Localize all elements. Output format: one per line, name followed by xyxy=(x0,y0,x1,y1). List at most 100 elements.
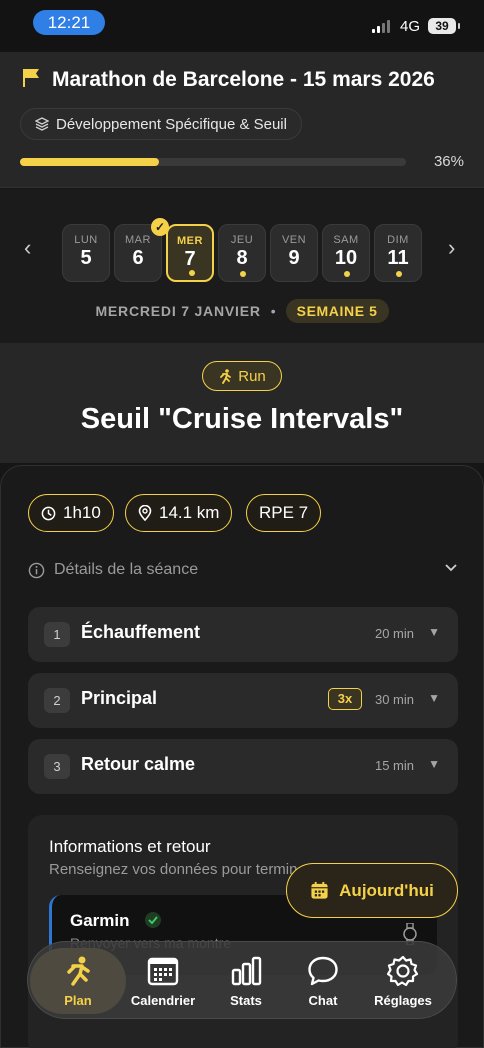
details-label: Détails de la séance xyxy=(54,561,199,578)
plan-progress-fill xyxy=(20,158,159,166)
tab-label: Plan xyxy=(64,993,92,1008)
day-number: 9 xyxy=(288,247,300,269)
next-week-button[interactable]: › xyxy=(448,235,455,261)
tab-label: Stats xyxy=(230,993,262,1008)
completed-check-icon: ✓ xyxy=(151,218,169,236)
separator-dot: • xyxy=(270,303,276,319)
battery-icon: 39 xyxy=(428,18,460,34)
clock-icon xyxy=(41,506,56,520)
week-strip: ‹ › LUN 5 MAR 6 MER 7 JEU 8 VEN 9 SAM 10… xyxy=(0,189,484,343)
week-badge: SEMAINE 5 xyxy=(285,299,389,323)
status-bar: 12:21 4G 39 xyxy=(0,0,484,52)
step-name: Retour calme xyxy=(81,754,196,774)
distance-pill: 14.1 km xyxy=(125,494,233,532)
day-dim[interactable]: DIM 11 xyxy=(374,224,422,282)
day-name: MAR xyxy=(125,234,151,246)
layers-icon xyxy=(35,117,49,131)
tab-settings[interactable]: Réglages xyxy=(363,942,443,1020)
flag-icon xyxy=(23,69,39,87)
day-number: 8 xyxy=(236,247,248,269)
calendar-icon xyxy=(311,881,328,899)
prev-week-button[interactable]: ‹ xyxy=(24,235,31,261)
plan-progress-label: 36% xyxy=(433,153,464,170)
phase-label: Développement Spécifique & Seuil xyxy=(56,115,287,133)
step-index: 2 xyxy=(44,688,70,713)
repeat-badge: 3x xyxy=(328,688,362,710)
garmin-label: Garmin xyxy=(70,911,130,930)
day-jeu[interactable]: JEU 8 xyxy=(218,224,266,282)
selected-date-line: MERCREDI 7 JANVIER • SEMAINE 5 xyxy=(0,299,484,323)
network-label: 4G xyxy=(400,18,421,35)
workout-dot xyxy=(240,271,246,277)
session-details-toggle[interactable]: Détails de la séance xyxy=(28,558,458,582)
session-type-label: Run xyxy=(238,367,266,385)
session-header: Run Seuil "Cruise Intervals" xyxy=(0,343,484,463)
rpe-pill: RPE 7 xyxy=(246,494,322,532)
feedback-subtitle: Renseignez vos données pour terminer xyxy=(49,861,299,878)
run-icon xyxy=(220,368,232,384)
workout-dot xyxy=(344,271,350,277)
expand-triangle-icon: ▼ xyxy=(428,625,440,639)
day-name: LUN xyxy=(74,234,98,246)
feedback-title: Informations et retour xyxy=(49,837,211,856)
bottom-tab-bar: Plan Calendrier Stats Chat Réglages xyxy=(27,941,457,1019)
step-row-warmup[interactable]: 1 Échauffement 20 min ▼ xyxy=(28,607,458,662)
day-name: VEN xyxy=(281,234,307,246)
day-ven[interactable]: VEN 9 xyxy=(270,224,318,282)
step-duration: 15 min xyxy=(374,758,414,773)
goal-title: Marathon de Barcelone - 15 mars 2026 xyxy=(52,68,435,91)
location-pin-icon xyxy=(138,505,152,521)
step-row-main[interactable]: 2 Principal 3x 30 min ▼ xyxy=(28,673,458,728)
day-number: 7 xyxy=(184,248,196,270)
check-circle-icon xyxy=(145,912,161,928)
tab-label: Calendrier xyxy=(130,993,196,1008)
tab-label: Réglages xyxy=(374,993,432,1008)
step-index: 3 xyxy=(44,754,70,779)
day-name: JEU xyxy=(230,234,254,246)
step-name: Échauffement xyxy=(81,622,201,642)
calendar-icon xyxy=(147,957,179,986)
day-mer[interactable]: MER 7 xyxy=(166,224,214,282)
distance-value: 14.1 km xyxy=(159,503,220,522)
tab-stats[interactable]: Stats xyxy=(206,942,286,1020)
today-button[interactable]: Aujourd'hui xyxy=(286,863,458,918)
step-duration: 30 min xyxy=(374,692,414,707)
session-title: Seuil "Cruise Intervals" xyxy=(80,403,404,435)
info-icon xyxy=(28,562,45,578)
tab-plan[interactable]: Plan xyxy=(28,942,126,1020)
expand-triangle-icon: ▼ xyxy=(428,757,440,771)
status-time: 12:21 xyxy=(33,10,105,35)
day-name: MER xyxy=(177,235,203,247)
step-duration: 20 min xyxy=(374,626,414,641)
tab-chat[interactable]: Chat xyxy=(283,942,363,1020)
rpe-value: RPE 7 xyxy=(259,503,309,522)
step-index: 1 xyxy=(44,622,70,647)
phase-chip[interactable]: Développement Spécifique & Seuil xyxy=(20,108,302,140)
day-number: 5 xyxy=(80,247,92,269)
workout-dot xyxy=(396,271,402,277)
day-lun[interactable]: LUN 5 xyxy=(62,224,110,282)
workout-dot xyxy=(189,270,195,276)
day-sam[interactable]: SAM 10 xyxy=(322,224,370,282)
chat-icon xyxy=(308,956,338,986)
settings-icon xyxy=(387,955,419,987)
stats-icon xyxy=(231,956,262,986)
day-name: DIM xyxy=(387,234,409,246)
plan-progress-bar xyxy=(20,158,406,166)
today-label: Aujourd'hui xyxy=(339,880,434,900)
plan-header: Marathon de Barcelone - 15 mars 2026 Dév… xyxy=(0,52,484,188)
tab-label: Chat xyxy=(308,993,338,1008)
expand-triangle-icon: ▼ xyxy=(428,691,440,705)
day-number: 11 xyxy=(387,247,409,269)
step-name: Principal xyxy=(81,688,158,708)
day-name: SAM xyxy=(333,234,359,246)
duration-value: 1h10 xyxy=(63,503,101,522)
step-row-cooldown[interactable]: 3 Retour calme 15 min ▼ xyxy=(28,739,458,794)
signal-icon xyxy=(372,20,390,33)
tab-calendar[interactable]: Calendrier xyxy=(123,942,203,1020)
day-number: 10 xyxy=(334,247,358,269)
chevron-down-icon xyxy=(445,564,457,572)
duration-pill: 1h10 xyxy=(28,494,114,532)
session-type-chip: Run xyxy=(202,361,282,391)
day-number: 6 xyxy=(132,247,144,269)
